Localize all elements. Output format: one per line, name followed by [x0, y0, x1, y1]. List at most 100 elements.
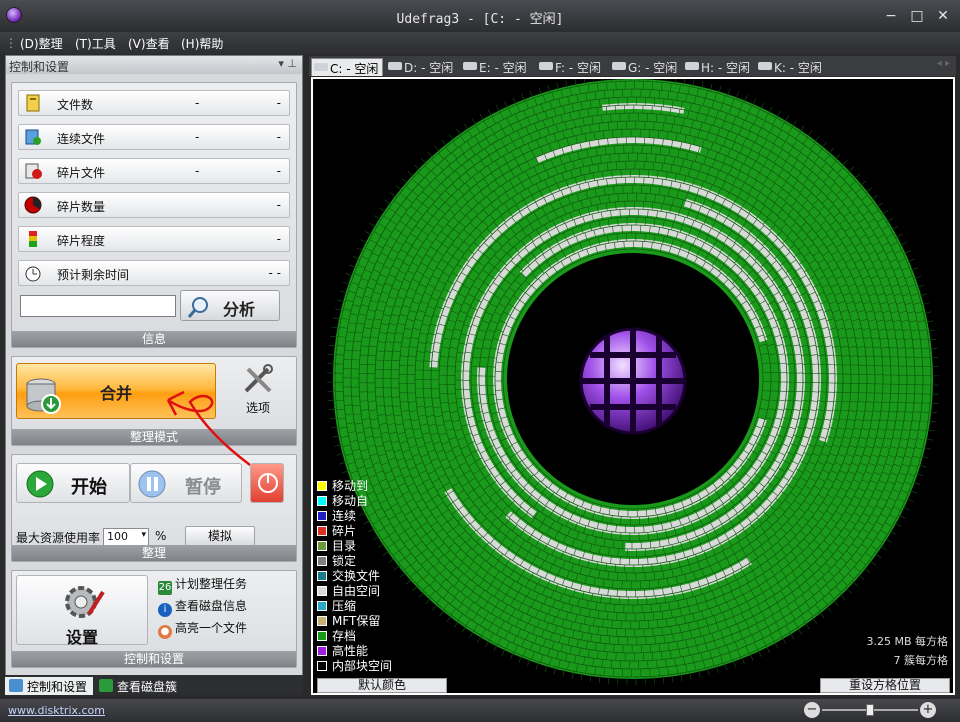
stat-value: -	[276, 232, 281, 246]
legend-label: 目录	[332, 539, 357, 553]
legend-label: 移动自	[332, 494, 369, 508]
start-label: 开始	[71, 477, 107, 498]
tab-control-settings[interactable]: 控制和设置	[5, 677, 93, 695]
legend-item: 交换文件	[317, 567, 380, 583]
stat-label: 预计剩余时间	[57, 268, 130, 282]
stat-fragmented-files: 碎片文件 - -	[18, 158, 290, 184]
panel-title-text: 控制和设置	[9, 60, 70, 74]
play-icon	[25, 469, 55, 502]
legend-swatch	[317, 661, 327, 671]
reset-grid-button[interactable]: 重设方格位置	[820, 678, 950, 693]
options-button[interactable]: 选项	[232, 361, 284, 421]
stat-value: -	[276, 164, 281, 178]
legend-item: 目录	[317, 537, 357, 553]
app-orb-icon	[579, 327, 687, 435]
start-button[interactable]: 开始	[16, 463, 130, 503]
drive-icon	[388, 62, 402, 70]
tab-disk-clusters[interactable]: 查看磁盘簇	[95, 677, 195, 695]
options-label: 选项	[245, 401, 270, 415]
stop-button[interactable]	[250, 463, 284, 503]
legend-swatch	[317, 631, 327, 641]
tab-drive-g[interactable]: G: - 空闲	[610, 58, 683, 76]
zoom-slider-thumb[interactable]	[866, 704, 874, 716]
map-scale-mb: 3.25 MB 每方格	[866, 635, 948, 648]
stat-value: -	[195, 130, 200, 144]
drive-path-input[interactable]	[20, 295, 176, 317]
website-link[interactable]: www.disktrix.com	[8, 704, 105, 717]
minimize-button[interactable]: −	[878, 6, 904, 26]
info-icon: i	[158, 603, 172, 617]
tab-label: H: - 空闲	[701, 61, 751, 75]
lightbulb-icon: ●	[158, 625, 172, 639]
legend-item: 移动自	[317, 492, 369, 508]
cluster-map[interactable]	[313, 73, 953, 693]
legend-item: 移动到	[317, 477, 368, 493]
zoom-control[interactable]: − +	[800, 702, 940, 718]
pause-button[interactable]: 暂停	[130, 463, 242, 503]
files-icon	[24, 94, 42, 112]
menu-grip-icon: ⋮	[5, 36, 17, 50]
schedule-task-link[interactable]: 26 计划整理任务	[158, 575, 247, 595]
legend-item: 锁定	[317, 552, 356, 568]
drive-icon	[685, 62, 699, 70]
tab-label: F: - 空闲	[555, 61, 601, 75]
stat-contiguous-files: 连续文件 - -	[18, 124, 290, 150]
disk-info-link[interactable]: i 查看磁盘信息	[158, 597, 247, 617]
tab-label: G: - 空闲	[628, 61, 678, 75]
link-label: 计划整理任务	[175, 577, 248, 591]
menu-defrag[interactable]: (D)整理	[20, 35, 63, 52]
legend-item: 高性能	[317, 642, 368, 658]
contiguous-files-icon	[24, 128, 42, 146]
control-tab-icon	[9, 679, 23, 692]
tab-drive-k[interactable]: K: - 空闲	[756, 58, 829, 76]
menu-view[interactable]: (V)查看	[128, 35, 170, 52]
default-colors-button[interactable]: 默认颜色	[317, 678, 447, 693]
tab-drive-f[interactable]: F: - 空闲	[537, 58, 610, 76]
analyze-label: 分析	[223, 300, 256, 319]
tab-label: D: - 空闲	[404, 61, 454, 75]
settings-button[interactable]: 设置	[16, 575, 148, 647]
stat-time-remaining: 预计剩余时间 - -	[18, 260, 290, 286]
stat-label: 碎片数量	[57, 200, 106, 214]
calendar-icon: 26	[158, 581, 172, 595]
merge-button[interactable]: 合并	[16, 363, 216, 419]
resource-usage-label: 最大资源使用率	[16, 531, 101, 545]
tab-scroll-arrows-icon[interactable]: ◂ ▸	[937, 58, 950, 69]
mode-group: 合并 选项 整理模式	[11, 356, 297, 446]
info-caption: 信息	[12, 331, 296, 347]
gear-icon	[59, 580, 105, 627]
pause-icon	[137, 469, 167, 502]
menu-tools[interactable]: (T)工具	[75, 35, 116, 52]
highlight-file-link[interactable]: ● 高亮一个文件	[158, 619, 247, 639]
legend-label: 自由空间	[332, 584, 381, 598]
stat-fragments-count: 碎片数量 -	[18, 192, 290, 218]
legend-swatch	[317, 481, 327, 491]
fragments-count-icon	[24, 196, 42, 214]
status-bar: www.disktrix.com − +	[0, 699, 960, 722]
fragmentation-level-icon	[24, 230, 42, 248]
analyze-button[interactable]: 分析	[180, 290, 280, 321]
settings-group: 设置 26 计划整理任务 i 查看磁盘信息 ● 高亮一个文件 控制和设置	[11, 570, 297, 668]
resource-usage-select[interactable]: 100 ▾	[103, 528, 149, 546]
menu-help[interactable]: (H)帮助	[181, 35, 223, 52]
simulate-button[interactable]: 模拟	[185, 526, 255, 546]
legend-label: 碎片	[332, 524, 357, 538]
close-button[interactable]: ✕	[930, 6, 956, 26]
legend-swatch	[317, 586, 327, 596]
tab-drive-h[interactable]: H: - 空闲	[683, 58, 756, 76]
panel-pin-icon[interactable]: ▾ ⊥	[278, 57, 297, 70]
settings-caption: 控制和设置	[12, 651, 296, 667]
legend-swatch	[317, 646, 327, 656]
legend-label: 存档	[332, 629, 357, 643]
maximize-button[interactable]: □	[904, 6, 930, 26]
tab-drive-d[interactable]: D: - 空闲	[386, 58, 459, 76]
control-caption: 整理	[12, 545, 296, 561]
legend-label: 压缩	[332, 599, 357, 613]
resource-usage-value: 100	[107, 530, 128, 543]
zoom-in-icon[interactable]: +	[920, 702, 936, 718]
zoom-out-icon[interactable]: −	[804, 702, 820, 718]
drive-icon	[758, 62, 772, 70]
tab-drive-c[interactable]: C: - 空闲	[311, 58, 383, 76]
tab-drive-e[interactable]: E: - 空闲	[461, 58, 534, 76]
fragmented-files-icon	[24, 162, 42, 180]
